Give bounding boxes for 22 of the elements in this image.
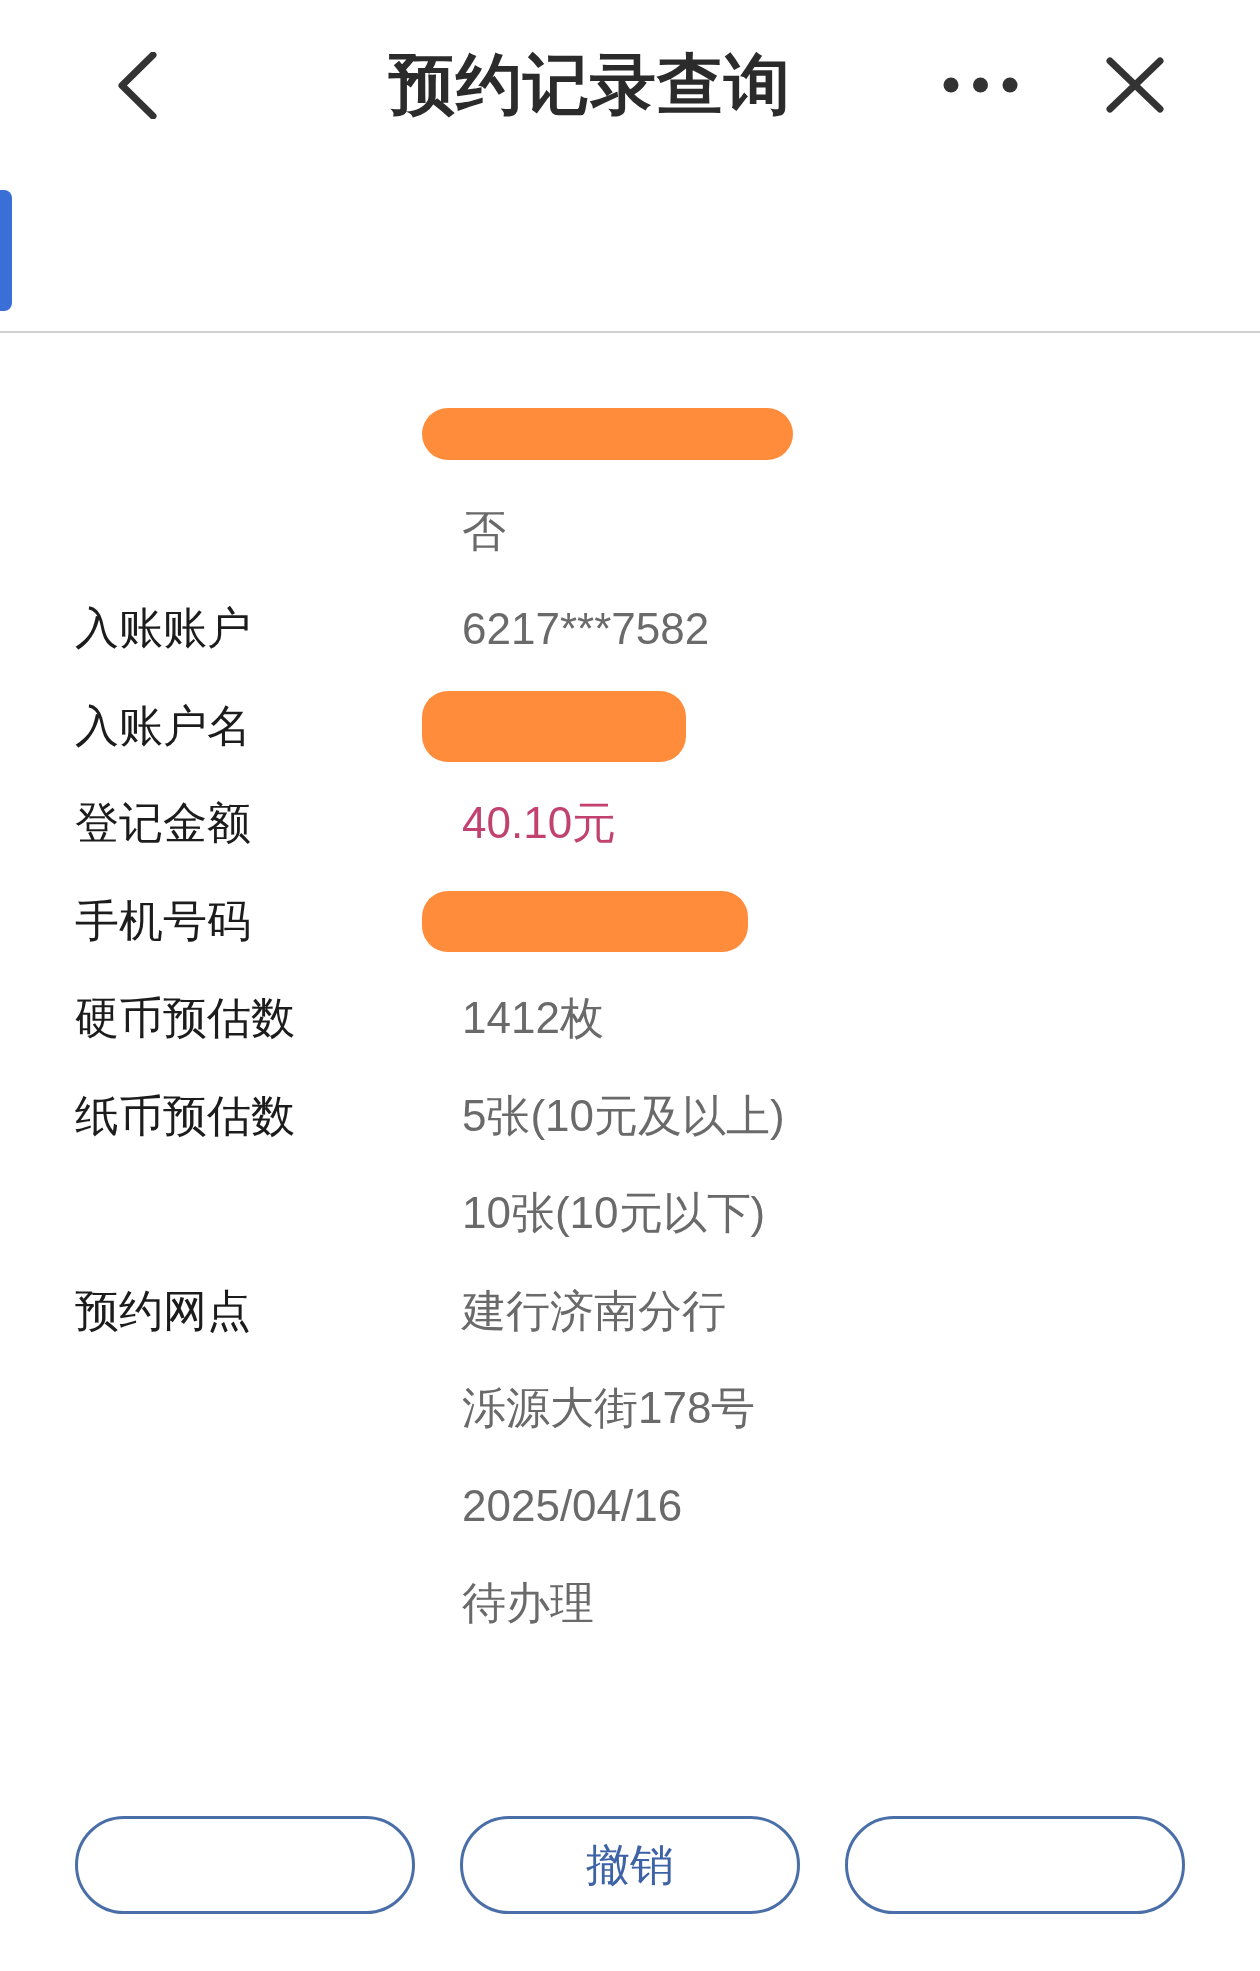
field-value: 1412枚 [462, 992, 604, 1045]
field-value: 2025/04/16 [462, 1481, 683, 1532]
page-title: 预约记录查询 [389, 48, 791, 122]
field-value: 6217***7582 [462, 603, 710, 654]
field-label: 入账账户 [75, 602, 251, 655]
cancel-button[interactable]: 撤销 [460, 1816, 800, 1914]
field-label: 硬币预估数 [75, 992, 295, 1045]
field-label: 手机号码 [75, 894, 251, 947]
close-icon[interactable] [1106, 57, 1164, 113]
field-value: 泺源大街178号 [462, 1382, 756, 1435]
field-label: 预约网点 [75, 1284, 251, 1337]
field-value: 建行济南分行 [462, 1284, 726, 1337]
field-value: 10张(10元以下) [462, 1187, 766, 1240]
field-value: 待办理 [462, 1577, 594, 1630]
amount-value: 40.10元 [462, 797, 617, 850]
back-chevron-icon[interactable] [117, 51, 157, 119]
field-label: 纸币预估数 [75, 1089, 295, 1142]
field-value: 否 [462, 504, 506, 557]
field-label: 入账户名 [75, 699, 251, 752]
field-value: 5张(10元及以上) [462, 1089, 785, 1142]
more-options-icon[interactable] [943, 77, 1018, 93]
field-label: 登记金额 [75, 797, 251, 850]
